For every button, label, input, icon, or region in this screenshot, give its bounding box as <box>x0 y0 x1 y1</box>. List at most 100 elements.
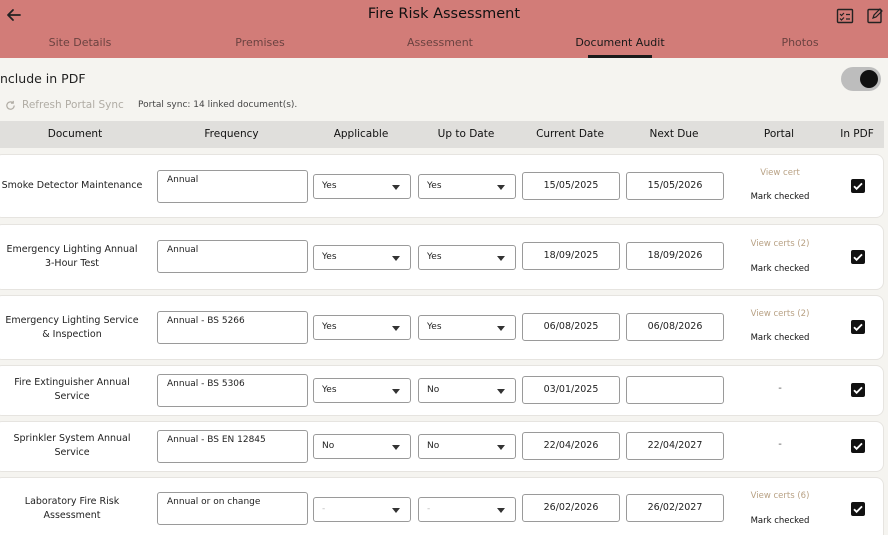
portal-empty: - <box>778 439 782 450</box>
next-due-field[interactable]: 18/09/2026 <box>626 242 724 270</box>
view-cert-link[interactable]: View cert <box>741 168 819 178</box>
check-icon <box>853 253 863 262</box>
refresh-portal-sync-button[interactable]: Refresh Portal Sync <box>5 99 124 111</box>
applicable-select[interactable]: Yes <box>313 174 411 199</box>
edit-icon[interactable] <box>866 7 884 25</box>
caret-down-icon <box>497 389 505 394</box>
include-in-pdf-toggle[interactable] <box>841 67 881 91</box>
frequency-input[interactable]: Annual <box>157 170 308 203</box>
applicable-select[interactable]: Yes <box>313 378 411 403</box>
check-icon <box>853 505 863 514</box>
in-pdf-checkbox[interactable] <box>851 439 865 453</box>
table-header: Document Frequency Applicable Up to Date… <box>0 121 884 148</box>
mark-checked-button[interactable]: Mark checked <box>741 333 819 343</box>
up-to-date-select[interactable]: - <box>418 497 516 522</box>
frequency-input[interactable]: Annual <box>157 240 308 273</box>
table-row: Emergency Lighting Service & Inspection … <box>0 295 884 360</box>
next-due-field[interactable]: 26/02/2027 <box>626 494 724 522</box>
mark-checked-button[interactable]: Mark checked <box>741 192 819 202</box>
table-row: Emergency Lighting Annual 3-Hour Test An… <box>0 224 884 290</box>
check-icon <box>853 386 863 395</box>
in-pdf-checkbox[interactable] <box>851 250 865 264</box>
up-to-date-select[interactable]: No <box>418 378 516 403</box>
col-current-date: Current Date <box>536 128 604 140</box>
up-to-date-select[interactable]: No <box>418 434 516 459</box>
up-to-date-select[interactable]: Yes <box>418 315 516 340</box>
view-certs-link[interactable]: View certs (2) <box>741 309 819 319</box>
current-date-field[interactable]: 06/08/2025 <box>522 313 620 341</box>
page-title: Fire Risk Assessment <box>367 6 521 22</box>
view-certs-link[interactable]: View certs (6) <box>741 491 819 501</box>
in-pdf-checkbox[interactable] <box>851 502 865 516</box>
toggle-knob <box>860 70 878 88</box>
next-due-field[interactable]: 06/08/2026 <box>626 313 724 341</box>
caret-down-icon <box>497 256 505 261</box>
check-icon <box>853 442 863 451</box>
in-pdf-checkbox[interactable] <box>851 179 865 193</box>
frequency-input[interactable]: Annual - BS EN 12845 <box>157 430 308 463</box>
next-due-field[interactable]: 15/05/2026 <box>626 172 724 200</box>
tab-assessment[interactable]: Assessment <box>350 36 530 49</box>
in-pdf-checkbox[interactable] <box>851 383 865 397</box>
caret-down-icon <box>497 326 505 331</box>
col-applicable: Applicable <box>333 128 389 140</box>
caret-down-icon <box>392 445 400 450</box>
document-name: Emergency Lighting Annual 3-Hour Test <box>6 244 138 269</box>
col-frequency: Frequency <box>204 128 259 140</box>
current-date-field[interactable]: 22/04/2026 <box>522 432 620 460</box>
caret-down-icon <box>392 185 400 190</box>
include-in-pdf-label: nclude in PDF <box>0 71 86 86</box>
document-name: Smoke Detector Maintenance <box>1 180 143 191</box>
up-to-date-select[interactable]: Yes <box>418 174 516 199</box>
document-name: Sprinkler System Annual Service <box>13 433 131 458</box>
frequency-input[interactable]: Annual - BS 5266 <box>157 311 308 344</box>
check-icon <box>853 182 863 191</box>
app-bar: Fire Risk Assessment Site Details Premis… <box>0 0 888 58</box>
table-row: Fire Extinguisher Annual Service Annual … <box>0 365 884 416</box>
refresh-icon <box>6 100 15 110</box>
caret-down-icon <box>392 389 400 394</box>
mark-checked-button[interactable]: Mark checked <box>741 264 819 274</box>
col-portal: Portal <box>763 128 795 140</box>
next-due-field[interactable] <box>626 376 724 404</box>
current-date-field[interactable]: 26/02/2026 <box>522 494 620 522</box>
current-date-field[interactable]: 03/01/2025 <box>522 376 620 404</box>
in-pdf-checkbox[interactable] <box>851 320 865 334</box>
tab-bar: Site Details Premises Assessment Documen… <box>0 36 888 58</box>
frequency-input[interactable]: Annual - BS 5306 <box>157 374 308 407</box>
tab-document-audit[interactable]: Document Audit <box>530 36 710 49</box>
applicable-select[interactable]: Yes <box>313 315 411 340</box>
table-row: Sprinkler System Annual Service Annual -… <box>0 421 884 472</box>
tab-premises[interactable]: Premises <box>170 36 350 49</box>
tab-photos[interactable]: Photos <box>710 36 888 49</box>
table-row: Smoke Detector Maintenance Annual Yes Ye… <box>0 154 884 218</box>
up-to-date-select[interactable]: Yes <box>418 245 516 270</box>
caret-down-icon <box>497 445 505 450</box>
document-name: Laboratory Fire Risk Assessment <box>24 496 120 521</box>
checklist-icon[interactable] <box>836 7 854 25</box>
caret-down-icon <box>497 508 505 513</box>
col-next-due: Next Due <box>649 128 699 140</box>
sync-status: Portal sync: 14 linked document(s). <box>138 100 298 110</box>
caret-down-icon <box>497 185 505 190</box>
view-certs-link[interactable]: View certs (2) <box>741 239 819 249</box>
caret-down-icon <box>392 326 400 331</box>
next-due-field[interactable]: 22/04/2027 <box>626 432 724 460</box>
active-tab-indicator <box>588 55 652 58</box>
current-date-field[interactable]: 18/09/2025 <box>522 242 620 270</box>
refresh-label: Refresh Portal Sync <box>22 99 124 111</box>
caret-down-icon <box>392 256 400 261</box>
current-date-field[interactable]: 15/05/2025 <box>522 172 620 200</box>
col-up-to-date: Up to Date <box>437 128 495 140</box>
applicable-select[interactable]: No <box>313 434 411 459</box>
document-name: Emergency Lighting Service & Inspection <box>5 315 139 340</box>
col-in-pdf: In PDF <box>840 128 874 140</box>
mark-checked-button[interactable]: Mark checked <box>741 516 819 526</box>
frequency-input[interactable]: Annual or on change <box>157 492 308 525</box>
col-document: Document <box>47 128 103 140</box>
tab-site-details[interactable]: Site Details <box>0 36 170 49</box>
applicable-select[interactable]: Yes <box>313 245 411 270</box>
check-icon <box>853 323 863 332</box>
applicable-select[interactable]: - <box>313 497 411 522</box>
caret-down-icon <box>392 508 400 513</box>
